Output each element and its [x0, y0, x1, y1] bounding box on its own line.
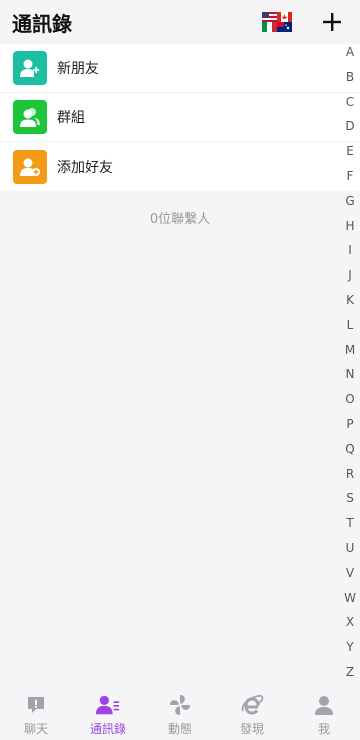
index-letter-x[interactable]: X	[340, 610, 360, 635]
index-letter-n[interactable]: N	[340, 362, 360, 387]
language-flags-icon[interactable]	[262, 12, 292, 32]
group-icon	[13, 100, 47, 134]
discover-icon	[240, 693, 264, 717]
tab-label: 動態	[167, 722, 192, 736]
tab-label: 我	[317, 722, 330, 736]
tab-me[interactable]: 我	[288, 688, 360, 740]
header-bar: 通訊錄	[0, 0, 360, 44]
add-friend-icon	[13, 149, 47, 184]
tab-contacts[interactable]: 通訊錄	[72, 688, 144, 740]
tab-label: 通訊錄	[89, 722, 126, 736]
page-title: 通訊錄	[12, 11, 72, 36]
menu-item-label: 群組	[57, 110, 85, 126]
menu-item-label: 添加好友	[57, 159, 113, 176]
menu-item-new-friends[interactable]: 新朋友	[0, 44, 360, 93]
moments-icon	[168, 693, 192, 717]
me-icon	[312, 693, 336, 717]
index-letter-p[interactable]: P	[340, 412, 360, 437]
index-letter-v[interactable]: V	[340, 561, 360, 586]
index-letter-h[interactable]: H	[340, 214, 360, 239]
tab-chat[interactable]: 聊天	[0, 688, 72, 740]
index-letter-o[interactable]: O	[340, 387, 360, 412]
index-letter-g[interactable]: G	[340, 189, 360, 214]
contact-menu: 新朋友 群組 添加好友	[0, 44, 360, 191]
index-letter-j[interactable]: J	[340, 263, 360, 288]
index-letter-k[interactable]: K	[340, 288, 360, 313]
plus-icon	[323, 13, 341, 31]
index-letter-e[interactable]: E	[340, 139, 360, 164]
index-letter-w[interactable]: W	[340, 586, 360, 611]
index-letter-f[interactable]: F	[340, 164, 360, 189]
index-letter-m[interactable]: M	[340, 338, 360, 363]
index-letter-t[interactable]: T	[340, 511, 360, 536]
tab-label: 發現	[239, 722, 264, 736]
chat-icon	[24, 693, 48, 717]
contacts-icon	[96, 693, 120, 717]
new-friend-icon	[13, 51, 47, 85]
index-letter-u[interactable]: U	[340, 536, 360, 561]
menu-item-groups[interactable]: 群組	[0, 93, 360, 142]
index-letter-q[interactable]: Q	[340, 437, 360, 462]
menu-item-label: 新朋友	[57, 61, 99, 77]
tab-bar: 聊天 通訊錄 動態 發現 我	[0, 688, 360, 740]
menu-item-add-friend[interactable]: 添加好友	[0, 142, 360, 191]
add-button[interactable]	[318, 8, 346, 36]
tab-moments[interactable]: 動態	[144, 688, 216, 740]
index-letter-b[interactable]: B	[340, 65, 360, 90]
tab-label: 聊天	[23, 722, 48, 736]
index-letter-s[interactable]: S	[340, 486, 360, 511]
index-letter-l[interactable]: L	[340, 313, 360, 338]
index-letter-z[interactable]: Z	[340, 660, 360, 685]
index-letter-y[interactable]: Y	[340, 635, 360, 660]
index-letter-a[interactable]: A	[340, 40, 360, 65]
tab-discover[interactable]: 發現	[216, 688, 288, 740]
index-letter-i[interactable]: I	[340, 238, 360, 263]
index-letter-c[interactable]: C	[340, 90, 360, 115]
contact-count: 0位聯繫人	[149, 212, 211, 227]
index-letter-d[interactable]: D	[340, 114, 360, 139]
index-letter-r[interactable]: R	[340, 462, 360, 487]
alphabet-index[interactable]: ABCDEFGHIJKLMNOPQRSTUVWXYZ	[340, 40, 360, 685]
